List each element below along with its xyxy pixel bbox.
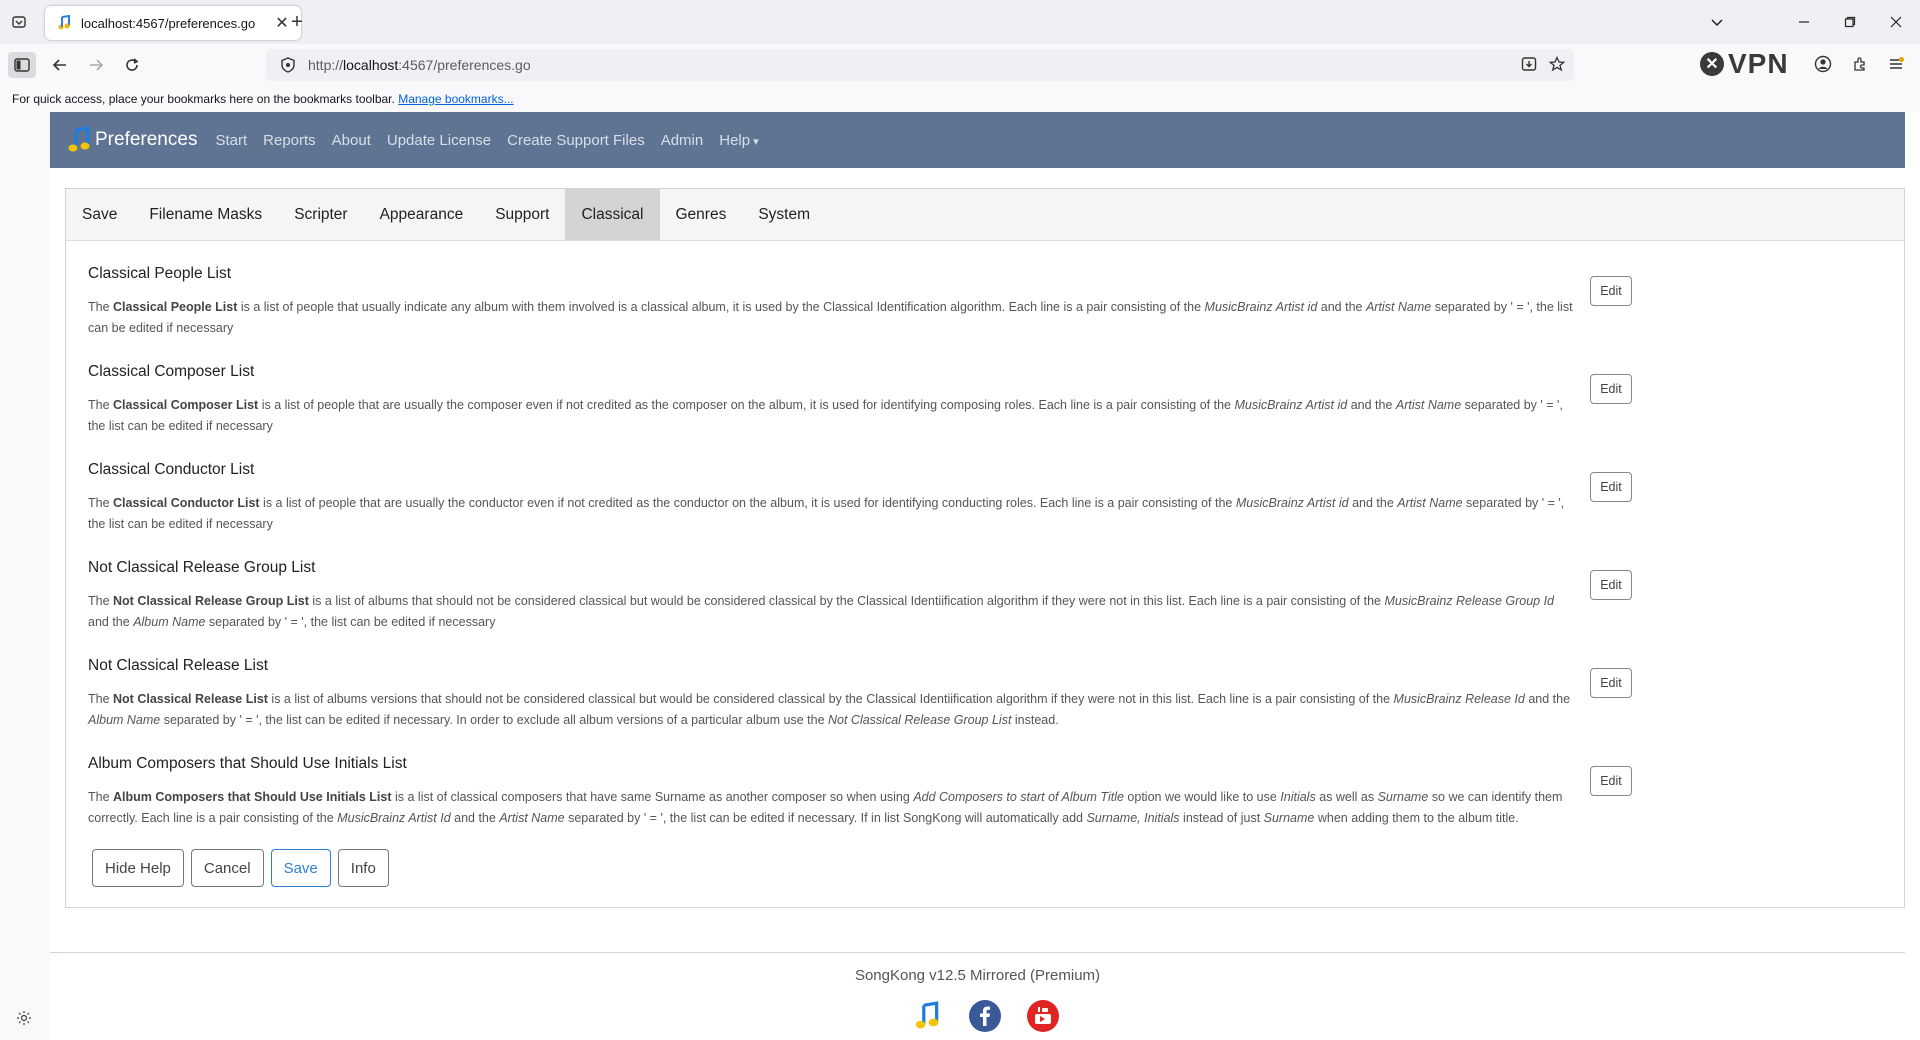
tab-support[interactable]: Support [479,189,565,240]
gear-icon[interactable] [14,1008,34,1028]
manage-bookmarks-link[interactable]: Manage bookmarks... [398,92,513,106]
menu-create-support-files[interactable]: Create Support Files [507,132,645,149]
edit-classical-people-button[interactable]: Edit [1590,276,1632,306]
brand-name: Preferences [95,129,198,150]
bookmarks-toolbar: For quick access, place your bookmarks h… [0,88,1920,110]
section-not-classical-release-group: Not Classical Release Group List The Not… [88,559,1882,653]
browser-tab[interactable]: localhost:4567/preferences.go ✕ [45,6,301,40]
edit-classical-composer-button[interactable]: Edit [1590,374,1632,404]
menu-help[interactable]: Help [719,132,758,149]
save-button[interactable]: Save [270,849,331,887]
close-window-icon[interactable] [1884,10,1908,34]
url-text: http://localhost:4567/preferences.go [308,57,531,73]
tab-genres[interactable]: Genres [660,189,743,240]
edit-album-composers-initials-button[interactable]: Edit [1590,766,1632,796]
action-buttons: Hide Help Cancel Save Info [92,849,396,887]
menu-update-license[interactable]: Update License [387,132,491,149]
edit-classical-conductor-button[interactable]: Edit [1590,472,1632,502]
songkong-logo-icon [67,126,91,154]
edit-not-classical-release-button[interactable]: Edit [1590,668,1632,698]
preferences-tabs: Save Filename Masks Scripter Appearance … [66,189,1904,241]
section-help: The Classical People List is a list of p… [88,300,1573,335]
section-help: The Not Classical Release Group List is … [88,594,1555,629]
sidebar-strip [0,112,50,1040]
tab-title: localhost:4567/preferences.go [81,15,256,31]
edit-not-classical-release-group-button[interactable]: Edit [1590,570,1632,600]
vpn-status[interactable]: ✕ VPN [1700,48,1789,80]
bookmark-star-icon[interactable] [1546,53,1568,75]
save-to-pocket-icon[interactable] [1518,53,1540,75]
vpn-off-icon: ✕ [1700,52,1724,76]
menu-reports[interactable]: Reports [263,132,316,149]
url-bar[interactable]: http://localhost:4567/preferences.go [266,49,1574,81]
info-button[interactable]: Info [337,849,389,887]
version-text: SongKong v12.5 Mirrored (Premium) [854,967,1101,984]
tab-filename-masks[interactable]: Filename Masks [133,189,278,240]
tab-classical[interactable]: Classical [565,189,660,240]
classical-sections: Classical People List The Classical Peop… [66,241,1904,865]
tab-list-icon[interactable] [8,11,30,33]
section-help: The Album Composers that Should Use Init… [88,790,1563,825]
menu-about[interactable]: About [332,132,371,149]
section-help: The Classical Composer List is a list of… [88,398,1563,433]
minimize-icon[interactable] [1792,10,1816,34]
account-icon[interactable] [1812,53,1834,75]
section-not-classical-release: Not Classical Release List The Not Class… [88,657,1882,751]
menu-admin[interactable]: Admin [661,132,704,149]
hide-help-button[interactable]: Hide Help [92,849,184,887]
new-tab-icon[interactable]: + [286,11,308,33]
back-arrow-icon[interactable] [46,52,74,78]
section-classical-conductor: Classical Conductor List The Classical C… [88,461,1882,555]
reload-icon[interactable] [118,52,146,78]
browser-nav-bar: http://localhost:4567/preferences.go [0,44,1920,84]
cancel-button[interactable]: Cancel [190,849,264,887]
tab-save[interactable]: Save [66,189,133,240]
brand[interactable]: Preferences [67,126,197,154]
footer: SongKong v12.5 Mirrored (Premium) [50,952,1905,1040]
youtube-icon[interactable] [1026,999,1060,1033]
app-header: Preferences Start Reports About Update L… [50,112,1905,168]
facebook-icon[interactable] [968,999,1002,1033]
page-content: Preferences Start Reports About Update L… [50,112,1920,1040]
sidebar-toggle-icon[interactable] [8,52,36,78]
app-menu-icon[interactable] [1885,53,1907,75]
section-classical-composer: Classical Composer List The Classical Co… [88,363,1882,457]
preferences-panel: Save Filename Masks Scripter Appearance … [65,188,1905,908]
browser-tab-bar: localhost:4567/preferences.go ✕ + [0,0,1920,44]
site-info-icon[interactable] [278,55,298,75]
forward-arrow-icon[interactable] [82,52,110,78]
extensions-icon[interactable] [1849,53,1871,75]
tab-scripter[interactable]: Scripter [278,189,363,240]
vpn-label: VPN [1728,48,1789,79]
list-all-tabs-icon[interactable] [1705,10,1729,34]
section-help: The Not Classical Release List is a list… [88,692,1571,727]
songkong-favicon-icon [55,14,73,32]
bookmarks-hint: For quick access, place your bookmarks h… [12,92,395,106]
songkong-home-icon[interactable] [910,999,944,1033]
menu-start[interactable]: Start [215,132,247,149]
restore-icon[interactable] [1838,10,1862,34]
tab-system[interactable]: System [742,189,826,240]
tab-appearance[interactable]: Appearance [364,189,480,240]
section-help: The Classical Conductor List is a list o… [88,496,1565,531]
section-classical-people: Classical People List The Classical Peop… [88,265,1882,359]
